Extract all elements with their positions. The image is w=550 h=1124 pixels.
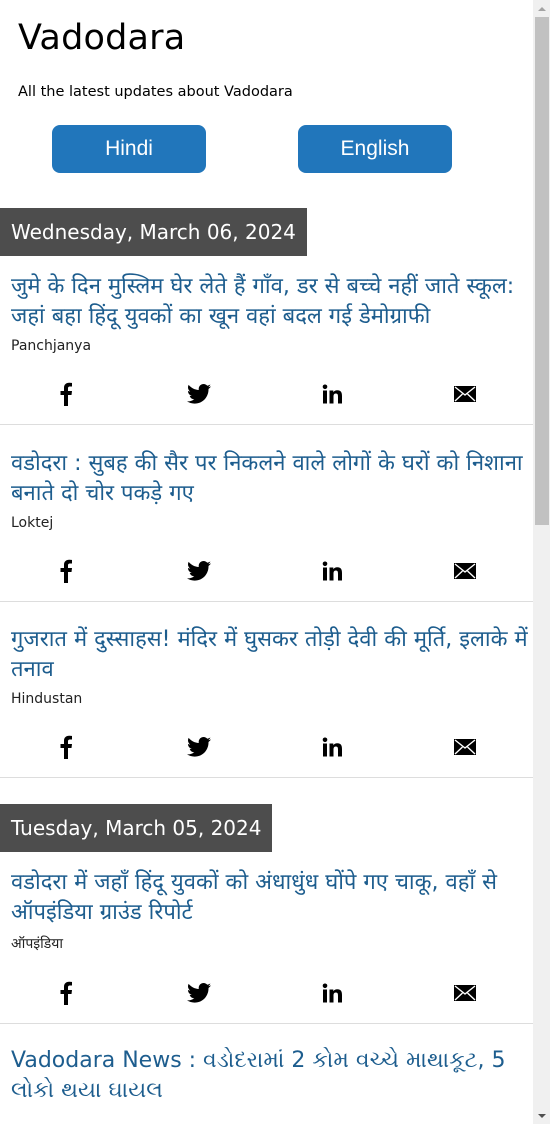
article-item: Vadodara News : વડોદરામાં 2 કોમ વચ્ચે મા… <box>0 1046 533 1112</box>
article-title-link[interactable]: गुजरात में दुस्साहस! मंदिर में घुसकर तोड… <box>11 625 533 685</box>
page: Vadodara All the latest updates about Va… <box>0 0 533 1124</box>
email-icon[interactable] <box>452 382 478 406</box>
site-title: Vadodara <box>18 18 186 58</box>
hindi-button[interactable]: Hindi <box>52 125 206 173</box>
share-row <box>0 717 533 777</box>
scroll-down-button[interactable] <box>533 1107 550 1124</box>
scrollbar-thumb[interactable] <box>535 17 549 525</box>
article-item: जुमे के दिन मुस्लिम घेर लेते हैं गाँव, ड… <box>0 272 533 425</box>
article-source: Loktej <box>11 515 54 531</box>
date-header: Tuesday, March 05, 2024 <box>0 804 273 852</box>
article-source: Hindustan <box>11 691 83 707</box>
arrow-down-icon <box>537 1113 546 1118</box>
date-header: Wednesday, March 06, 2024 <box>0 208 307 256</box>
article-title-link[interactable]: Vadodara News : વડોદરામાં 2 કોમ વચ્ચે મા… <box>11 1046 533 1106</box>
arrow-up-icon <box>537 6 546 11</box>
linkedin-icon[interactable] <box>319 735 345 759</box>
site-description: All the latest updates about Vadodara <box>18 84 293 100</box>
english-button[interactable]: English <box>298 125 452 173</box>
linkedin-icon[interactable] <box>319 559 345 583</box>
twitter-icon[interactable] <box>186 735 212 759</box>
article-title-link[interactable]: वडोदरा : सुबह की सैर पर निकलने वाले लोगो… <box>11 449 533 509</box>
email-icon[interactable] <box>452 559 478 583</box>
facebook-icon[interactable] <box>53 382 79 406</box>
article-item: वडोदरा : सुबह की सैर पर निकलने वाले लोगो… <box>0 449 533 602</box>
twitter-icon[interactable] <box>186 981 212 1005</box>
article-item: वडोदरा में जहाँ हिंदू युवकों को अंधाधुंध… <box>0 868 533 1024</box>
article-source: ऑपइंडिया <box>11 936 64 952</box>
twitter-icon[interactable] <box>186 559 212 583</box>
share-row <box>0 364 533 424</box>
facebook-icon[interactable] <box>53 981 79 1005</box>
share-row <box>0 963 533 1023</box>
share-row <box>0 541 533 601</box>
article-title-link[interactable]: वडोदरा में जहाँ हिंदू युवकों को अंधाधुंध… <box>11 868 533 928</box>
facebook-icon[interactable] <box>53 559 79 583</box>
twitter-icon[interactable] <box>186 382 212 406</box>
linkedin-icon[interactable] <box>319 981 345 1005</box>
linkedin-icon[interactable] <box>319 382 345 406</box>
scroll-up-button[interactable] <box>533 0 550 17</box>
email-icon[interactable] <box>452 735 478 759</box>
article-title-link[interactable]: जुमे के दिन मुस्लिम घेर लेते हैं गाँव, ड… <box>11 272 533 332</box>
vertical-scrollbar[interactable] <box>533 0 550 1124</box>
article-item: गुजरात में दुस्साहस! मंदिर में घुसकर तोड… <box>0 625 533 778</box>
facebook-icon[interactable] <box>53 735 79 759</box>
article-source: Panchjanya <box>11 338 92 354</box>
email-icon[interactable] <box>452 981 478 1005</box>
